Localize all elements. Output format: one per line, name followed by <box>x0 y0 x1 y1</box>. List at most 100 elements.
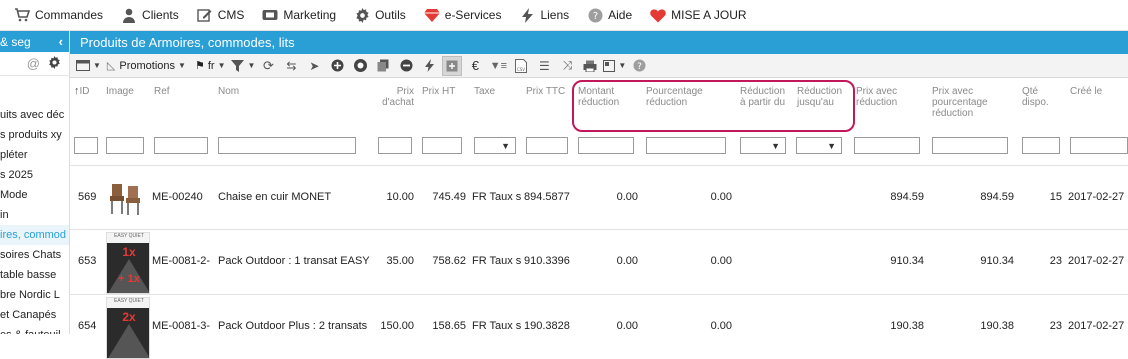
menu-outils[interactable]: Outils <box>354 7 406 23</box>
filter-ref[interactable] <box>154 137 208 154</box>
filter-montant-reduction[interactable] <box>578 137 634 154</box>
col-header-prix-avec-reduction[interactable]: Prix avec réduction <box>856 86 908 108</box>
cell-prix-ttc: 894.5877 <box>524 191 570 203</box>
cell-taxe: FR Taux s <box>472 320 522 332</box>
col-header-ref[interactable]: Ref <box>154 86 170 97</box>
col-header-prix-ttc[interactable]: Prix TTC <box>526 86 565 97</box>
duplicate-icon[interactable] <box>373 56 393 76</box>
col-header-prix-achat[interactable]: Prix d'achat <box>370 86 414 108</box>
sidebar-category-label: et Canapés <box>0 309 57 321</box>
image-toggle-icon[interactable] <box>442 55 463 76</box>
filter-button[interactable]: ▼ <box>231 56 255 76</box>
menu-aide[interactable]: ? Aide <box>587 7 632 23</box>
filter-prix-ttc[interactable] <box>526 137 568 154</box>
euro-icon[interactable]: € <box>465 56 485 76</box>
col-header-id[interactable]: ↑ID <box>74 86 90 98</box>
filter-image[interactable] <box>106 137 144 154</box>
cell-prix-avec-red: 190.38 <box>890 320 924 332</box>
filter-prix-ht[interactable] <box>422 137 462 154</box>
layout-icon[interactable]: ▼ <box>603 56 626 76</box>
sidebar-category-item[interactable]: s 2025 <box>0 165 69 185</box>
sync-icon[interactable]: ⇆ <box>281 56 301 76</box>
menu-liens[interactable]: Liens <box>519 7 569 23</box>
menu-label: MISE A JOUR <box>671 8 747 22</box>
cell-pct-red: 0.00 <box>710 320 732 332</box>
sidebar-category-item[interactable]: in <box>0 205 69 225</box>
filter-taxe-select[interactable]: ▼ <box>474 137 516 154</box>
remove-icon[interactable] <box>396 56 416 76</box>
sidebar-title: & seg <box>0 34 31 49</box>
print-icon[interactable] <box>580 56 600 76</box>
product-thumbnail[interactable]: EASY QUIET 1x + 1x <box>106 232 150 294</box>
filter-pourcentage-reduction[interactable] <box>646 137 726 154</box>
chevron-left-icon[interactable]: ‹ <box>59 34 63 49</box>
col-header-taxe[interactable]: Taxe <box>474 86 495 97</box>
filter-columns-icon[interactable]: ▼≡ <box>488 56 508 76</box>
sidebar-category-item[interactable]: soires Chats <box>0 245 69 265</box>
filter-reduction-au-select[interactable]: ▼ <box>796 137 842 154</box>
col-header-qte[interactable]: Qté dispo. <box>1022 86 1058 108</box>
product-thumbnail[interactable] <box>106 180 150 216</box>
sidebar-category-item[interactable]: Mode <box>0 185 69 205</box>
filter-nom[interactable] <box>218 137 356 154</box>
gear-icon[interactable] <box>48 55 61 72</box>
col-header-prix-ht[interactable]: Prix HT <box>422 86 455 97</box>
view-icon[interactable] <box>350 56 370 76</box>
promotions-label: Promotions <box>119 59 176 72</box>
sidebar-tools: @ <box>0 52 69 76</box>
bolt-icon <box>519 7 535 23</box>
pencil-icon <box>197 7 213 23</box>
filter-prix-avec-pourcentage[interactable] <box>932 137 1008 154</box>
sidebar-category-item[interactable]: bre Nordic L <box>0 285 69 305</box>
language-menu[interactable]: ⚑ fr ▼ <box>192 56 229 76</box>
menu-eservices[interactable]: e-Services <box>423 7 501 23</box>
filter-id[interactable] <box>74 137 98 154</box>
numbered-list-icon[interactable]: ☰ <box>534 56 554 76</box>
sidebar-category-item[interactable]: es & fauteuil <box>0 325 69 334</box>
sidebar-category-item[interactable]: et Canapés <box>0 305 69 325</box>
row-divider <box>70 165 1128 166</box>
row-divider <box>70 294 1128 295</box>
menu-cms[interactable]: CMS <box>197 7 244 23</box>
sidebar-category-item[interactable]: uits avec déc <box>0 105 69 125</box>
cell-prix-avec-pct: 190.38 <box>980 320 1014 332</box>
menu-clients[interactable]: Clients <box>121 7 179 23</box>
sidebar-category-item[interactable]: pléter <box>0 145 69 165</box>
bolt-icon[interactable] <box>419 56 439 76</box>
filter-reduction-du-select[interactable]: ▼ <box>740 137 786 154</box>
user-icon <box>121 7 137 23</box>
columns-menu-button[interactable]: ▼ <box>76 56 101 76</box>
menu-marketing[interactable]: Marketing <box>262 7 336 23</box>
promotions-menu[interactable]: ◺ Promotions ▼ <box>104 56 189 76</box>
cell-prix-achat: 35.00 <box>386 255 414 267</box>
shuffle-icon[interactable]: ⤨ <box>557 56 577 76</box>
col-header-nom[interactable]: Nom <box>218 86 239 97</box>
sidebar-category-item[interactable]: table basse <box>0 265 69 285</box>
refresh-icon[interactable]: ⟳ <box>258 56 278 76</box>
help-icon: ? <box>587 7 603 23</box>
at-icon[interactable]: @ <box>27 56 40 71</box>
col-header-prix-avec-pourcentage[interactable]: Prix avec pourcentage réduction <box>932 86 1004 119</box>
cell-nom: Pack Outdoor Plus : 2 transats <box>218 320 368 332</box>
chevron-down-icon: ▼ <box>501 140 510 151</box>
filter-prix-achat[interactable] <box>378 137 412 154</box>
filter-cree[interactable] <box>1070 137 1128 154</box>
cell-prix-avec-red: 910.34 <box>890 255 924 267</box>
filter-prix-avec-reduction[interactable] <box>854 137 920 154</box>
col-header-cree[interactable]: Créé le <box>1070 86 1102 97</box>
csv-export-icon[interactable]: CSV <box>511 56 531 76</box>
menu-mise-a-jour[interactable]: MISE A JOUR <box>650 7 747 23</box>
menu-label: Clients <box>142 8 179 22</box>
thumbnail-extra-label: + 1x <box>118 273 140 285</box>
help-icon[interactable]: ? <box>629 56 649 76</box>
sidebar-category-item[interactable]: s produits xy <box>0 125 69 145</box>
sidebar-category-label: s 2025 <box>0 169 34 181</box>
col-header-image[interactable]: Image <box>106 86 134 97</box>
sidebar-category-item[interactable]: ires, commod <box>0 225 69 245</box>
filter-qte[interactable] <box>1022 137 1060 154</box>
chevron-down-icon: ▼ <box>827 140 836 151</box>
cursor-icon[interactable]: ➤ <box>304 56 324 76</box>
menu-commandes[interactable]: Commandes <box>14 7 103 23</box>
add-icon[interactable] <box>327 56 347 76</box>
product-thumbnail[interactable]: EASY QUIET 2x <box>106 297 150 359</box>
